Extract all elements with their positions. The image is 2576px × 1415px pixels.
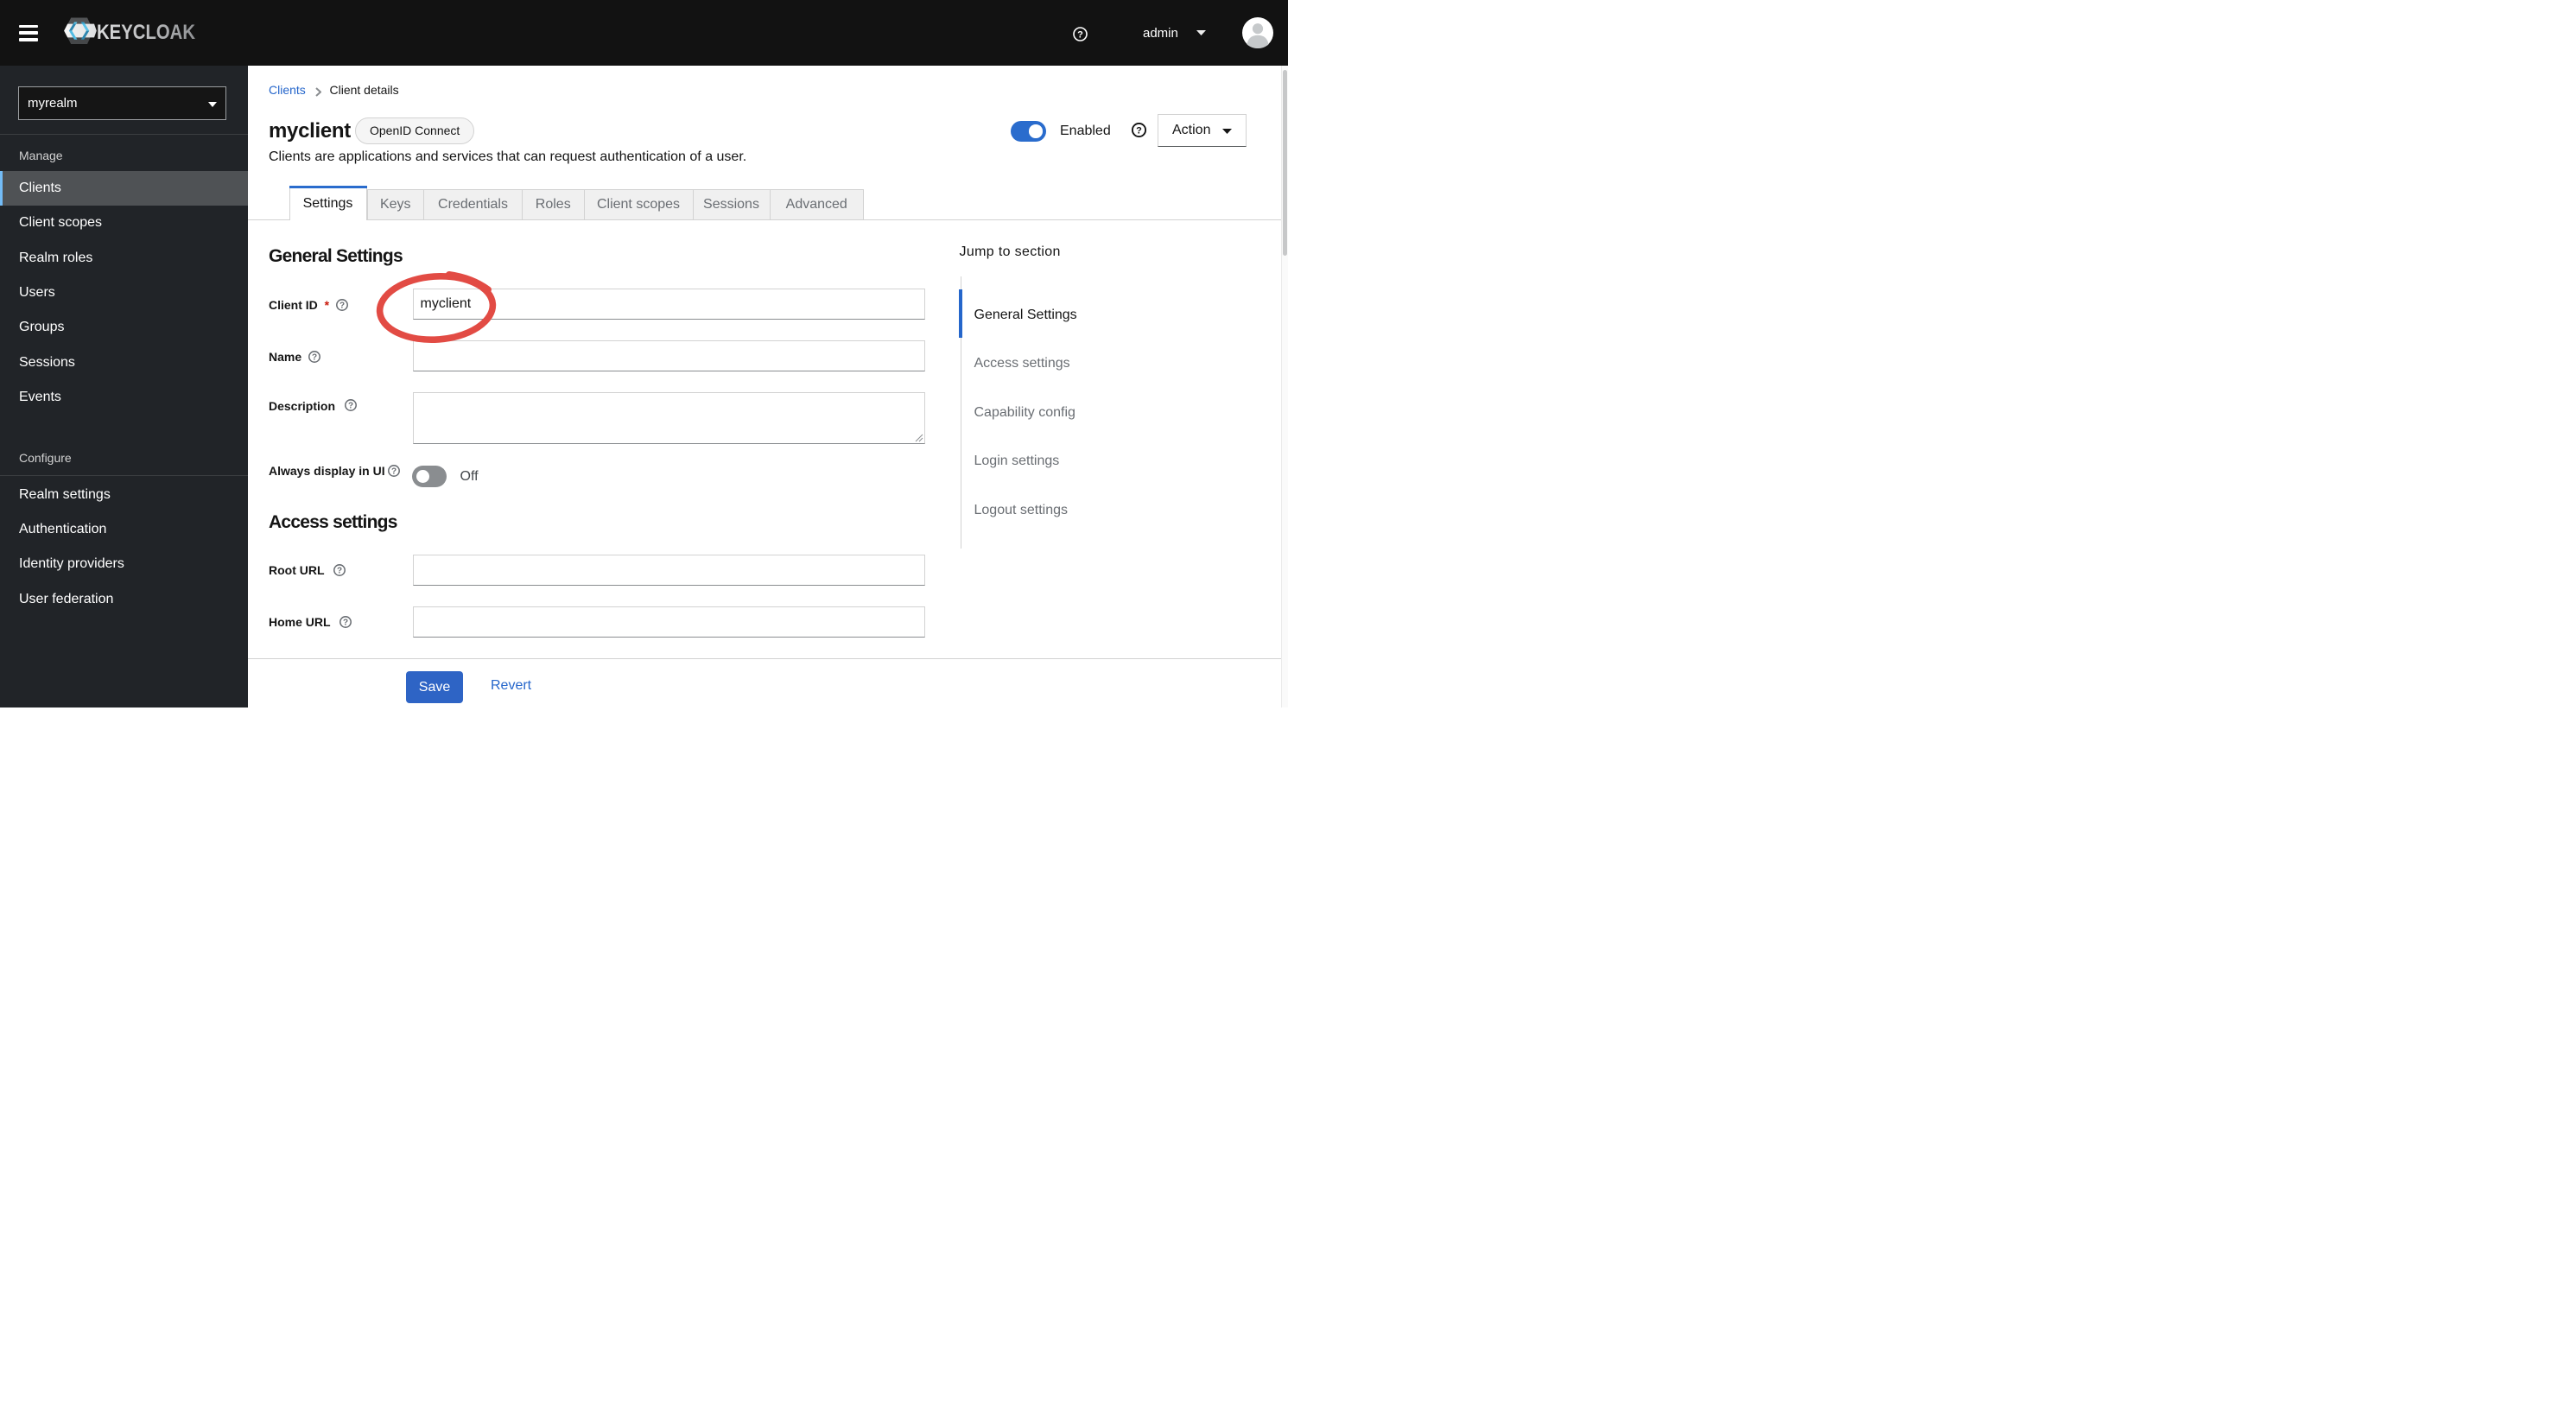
- svg-text:?: ?: [339, 301, 345, 310]
- svg-text:KEYCLOAK: KEYCLOAK: [97, 21, 196, 44]
- svg-text:?: ?: [312, 352, 317, 362]
- svg-text:?: ?: [1136, 125, 1142, 136]
- svg-text:?: ?: [391, 466, 397, 476]
- svg-text:?: ?: [343, 618, 348, 627]
- svg-text:?: ?: [1077, 29, 1083, 40]
- svg-text:?: ?: [348, 402, 353, 411]
- svg-text:?: ?: [337, 566, 342, 575]
